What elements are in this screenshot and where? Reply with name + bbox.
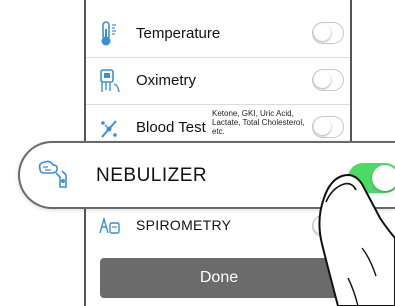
list-item-spirometry[interactable]: SPIROMETRY (86, 203, 350, 249)
item-sublabel: Ketone, GKI, Uric Acid, Lactate, Total C… (212, 109, 305, 136)
blood-test-toggle[interactable] (312, 116, 344, 138)
list-item-oximetry[interactable]: Oximetry (86, 57, 350, 105)
item-label: Blood Test (136, 119, 206, 136)
thermometer-icon (98, 21, 120, 47)
list-item-temperature[interactable]: Temperature (86, 10, 350, 58)
temperature-toggle[interactable] (312, 22, 344, 44)
blood-test-icon (98, 115, 120, 141)
item-label: SPIROMETRY (136, 217, 232, 233)
item-label: Temperature (136, 25, 221, 42)
done-button[interactable]: Done (100, 258, 338, 298)
oximetry-toggle[interactable] (312, 69, 344, 91)
hand-pointer-icon (318, 174, 395, 306)
item-label: Oximetry (136, 72, 196, 89)
oximeter-icon (98, 68, 120, 94)
nebulizer-icon (36, 159, 70, 191)
spirometry-icon (98, 215, 122, 242)
item-label: NEBULIZER (96, 165, 208, 186)
